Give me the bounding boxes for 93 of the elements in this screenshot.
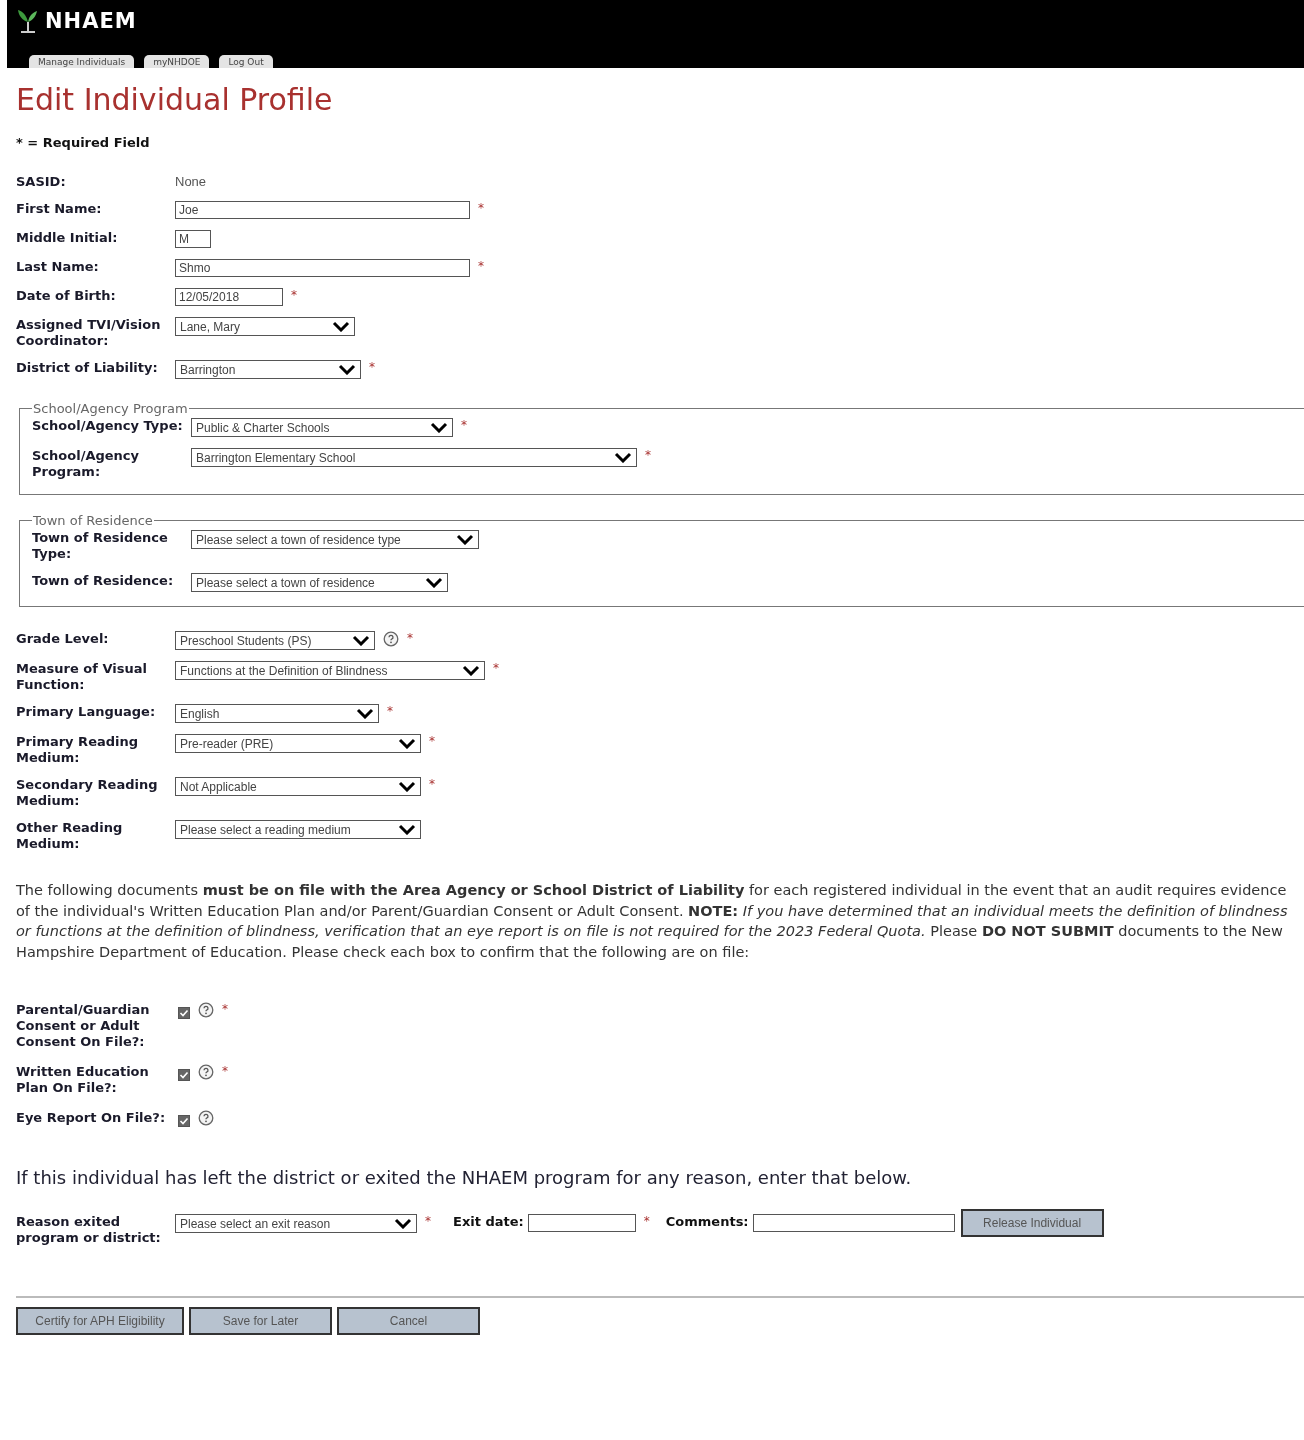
notice-paragraph: The following documents must be on file with the Area Agency or School District of Liability for each registered individual in the event that an audit requires evidence of the individual's Written Education Plan and/or Parent/Guardian Consent or Adult Consent. NOTE: If you have determined that an individual meets the definition of blindness or functions at the definition of blindness, verification that an eye report is on file is not required for the 2023 Federal Quota. Please DO NOT SUBMIT documents to the New Hampshire Department of Education. Please check each box to confirm that the following are on file:: [16, 881, 1288, 962]
dropdown[interactable]: Lane, Mary: [175, 317, 355, 336]
field-label: SASID:: [16, 174, 67, 190]
help-icon[interactable]: [198, 1110, 214, 1126]
text-field[interactable]: 12/05/2018: [175, 288, 283, 306]
chevron-down-icon: [462, 665, 480, 676]
field-label: Grade Level:: [16, 631, 110, 647]
chevron-down-icon: [352, 635, 370, 646]
field-label: Parental/Guardian Consent or Adult Consent On File?:: [16, 1002, 151, 1050]
release-button[interactable]: Release Individual: [960, 1209, 1104, 1237]
dropdown[interactable]: Barrington: [175, 360, 361, 379]
field-value: None: [175, 174, 207, 189]
required-mark: *: [645, 448, 651, 462]
field-label: Exit date:: [453, 1214, 524, 1229]
required-mark: *: [291, 288, 297, 302]
dropdown[interactable]: Please select a town of residence type: [191, 530, 479, 549]
chevron-down-icon: [398, 781, 416, 792]
chevron-down-icon: [614, 452, 632, 463]
checkbox[interactable]: [178, 1069, 190, 1081]
text-field[interactable]: M: [175, 230, 211, 248]
field-label: Town of Residence Type:: [32, 530, 169, 562]
checkbox[interactable]: [178, 1115, 190, 1127]
field-label: Primary Reading Medium:: [16, 734, 140, 766]
chevron-down-icon: [425, 577, 443, 588]
form-button[interactable]: Certify for APH Eligibility: [16, 1307, 184, 1335]
page-title: Edit Individual Profile: [16, 82, 334, 117]
field-label: Measure of Visual Function:: [16, 661, 148, 693]
chevron-down-icon: [398, 824, 416, 835]
field-label: Last Name:: [16, 259, 100, 275]
required-mark: *: [478, 259, 484, 273]
sprout-icon: [17, 8, 39, 34]
chevron-down-icon: [398, 738, 416, 749]
field-label: Date of Birth:: [16, 288, 117, 304]
required-mark: *: [425, 1214, 431, 1228]
dropdown[interactable]: Please select a reading medium: [175, 820, 421, 839]
help-icon[interactable]: [198, 1064, 214, 1080]
date-field[interactable]: [527, 1214, 636, 1232]
logo-text: NHAEM: [45, 9, 137, 33]
fieldset-legend: School/Agency Program: [32, 401, 189, 416]
form-button[interactable]: Save for Later: [189, 1307, 332, 1335]
field-label: Middle Initial:: [16, 230, 119, 246]
dropdown[interactable]: Functions at the Definition of Blindness: [175, 661, 485, 680]
field-label: School/Agency Type:: [32, 418, 184, 434]
field-label: First Name:: [16, 201, 103, 217]
dropdown[interactable]: Please select a town of residence: [191, 573, 448, 592]
chevron-down-icon: [456, 534, 474, 545]
help-icon[interactable]: [383, 631, 399, 647]
nav-tab[interactable]: myNHDOE: [144, 55, 210, 68]
required-mark: *: [493, 661, 499, 675]
chevron-down-icon: [356, 708, 374, 719]
field-label: Assigned TVI/Vision Coordinator:: [16, 317, 162, 349]
chevron-down-icon: [332, 321, 350, 332]
field-label: Other Reading Medium:: [16, 820, 124, 852]
text-field[interactable]: Shmo: [175, 259, 470, 277]
required-mark: *: [222, 1002, 228, 1016]
required-mark: *: [369, 360, 375, 374]
required-mark: *: [461, 418, 467, 432]
required-mark: *: [478, 201, 484, 215]
required-mark: *: [222, 1064, 228, 1078]
chevron-down-icon: [430, 422, 448, 433]
comments-field[interactable]: [752, 1214, 955, 1232]
fieldset-legend: Town of Residence: [32, 513, 154, 528]
dropdown[interactable]: Preschool Students (PS): [175, 631, 375, 650]
required-mark: *: [643, 1214, 650, 1228]
field-label: Eye Report On File?:: [16, 1110, 167, 1126]
required-mark: *: [387, 704, 393, 718]
field-label: Secondary Reading Medium:: [16, 777, 159, 809]
form-button[interactable]: Cancel: [337, 1307, 480, 1335]
nav-tab[interactable]: Log Out: [219, 55, 273, 68]
chevron-down-icon: [394, 1218, 412, 1229]
field-label: Comments:: [665, 1214, 749, 1229]
dropdown[interactable]: Not Applicable: [175, 777, 421, 796]
checkbox[interactable]: [178, 1007, 190, 1019]
chevron-down-icon: [338, 364, 356, 375]
nav-tab[interactable]: Manage Individuals: [29, 55, 135, 68]
text-field[interactable]: Joe: [175, 201, 470, 219]
dropdown[interactable]: Barrington Elementary School: [191, 448, 637, 467]
dropdown[interactable]: Please select an exit reason: [175, 1214, 417, 1233]
help-icon[interactable]: [198, 1002, 214, 1018]
field-label: School/Agency Program:: [32, 448, 140, 480]
dropdown[interactable]: Public & Charter Schools: [191, 418, 453, 437]
dropdown[interactable]: English: [175, 704, 379, 723]
required-mark: *: [429, 777, 435, 791]
field-label: Town of Residence:: [32, 573, 175, 589]
required-mark: *: [429, 734, 435, 748]
required-note: * = Required Field: [16, 135, 151, 150]
field-label: Written Education Plan On File?:: [16, 1064, 150, 1096]
required-mark: *: [407, 631, 413, 645]
dropdown[interactable]: Pre-reader (PRE): [175, 734, 421, 753]
exit-prompt: If this individual has left the district or exited the NHAEM program for any reason, enter that below.: [16, 1167, 913, 1188]
field-label: District of Liability:: [16, 360, 159, 376]
field-label: Reason exited program or district:: [16, 1214, 162, 1246]
field-label: Primary Language:: [16, 704, 157, 720]
